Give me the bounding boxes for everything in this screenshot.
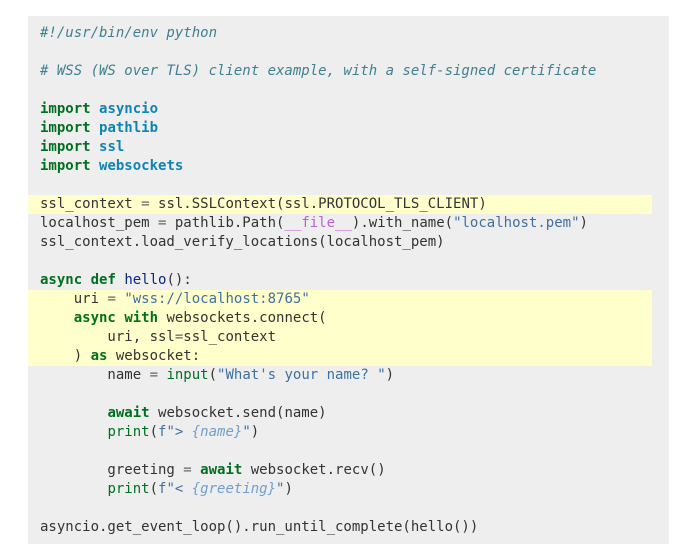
code-line-23: greeting = await websocket.recv() <box>40 462 386 478</box>
code-block: #!/usr/bin/env python # WSS (WS over TLS… <box>28 16 669 544</box>
code-line-15-highlighted: async with websockets.connect( <box>28 309 652 328</box>
code-line-26: asyncio.get_event_loop().run_until_compl… <box>40 519 479 535</box>
string-literal: "localhost.pem" <box>453 215 580 231</box>
string-literal: "wss://localhost:8765" <box>124 291 310 307</box>
import-keyword: import <box>40 120 91 136</box>
code-line-20: await websocket.send(name) <box>107 405 327 421</box>
code-line-14-highlighted: uri = "wss://localhost:8765" <box>28 290 652 309</box>
code-line-21: print(f"> {name}") <box>107 424 260 440</box>
module-name: ssl <box>99 139 125 155</box>
import-keyword: import <box>40 101 91 117</box>
code-line-16-highlighted: uri, ssl=ssl_context <box>28 328 652 347</box>
builtin-name: print <box>107 481 150 497</box>
code-line-24: print(f"< {greeting}") <box>107 481 293 497</box>
code-line-7: import ssl <box>28 138 652 157</box>
module-name: asyncio <box>99 101 159 117</box>
code-line-1: #!/usr/bin/env python <box>28 24 652 43</box>
string-interpolation: {name} <box>191 424 243 440</box>
code-line-11: ssl_context.load_verify_locations(localh… <box>40 234 445 250</box>
code-line-6: import pathlib <box>28 119 652 138</box>
code-line-10: localhost_pem = pathlib.Path(__file__).w… <box>40 215 588 231</box>
builtin-name: print <box>107 424 150 440</box>
code-line-13: async def hello(): <box>40 272 192 288</box>
code-line-8: import websockets <box>28 157 652 176</box>
string-literal: "What's your name? " <box>217 367 386 383</box>
code-line-3: # WSS (WS over TLS) client example, with… <box>28 62 652 81</box>
string-interpolation: {greeting} <box>191 481 277 497</box>
code-line-9-highlighted: ssl_context = ssl.SSLContext(ssl.PROTOCO… <box>28 195 652 214</box>
function-name: hello <box>124 272 167 288</box>
header-comment: # WSS (WS over TLS) client example, with… <box>40 63 597 79</box>
dunder-file: __file__ <box>284 215 352 231</box>
builtin-name: input <box>166 367 209 383</box>
shebang-comment: #!/usr/bin/env python <box>40 25 218 41</box>
module-name: pathlib <box>99 120 159 136</box>
code-line-5: import asyncio <box>28 100 652 119</box>
code-line-18: name = input("What's your name? ") <box>40 367 395 383</box>
import-keyword: import <box>40 139 91 155</box>
module-name: websockets <box>99 158 184 174</box>
code-line-17-highlighted: ) as websocket: <box>28 347 652 366</box>
import-keyword: import <box>40 158 91 174</box>
